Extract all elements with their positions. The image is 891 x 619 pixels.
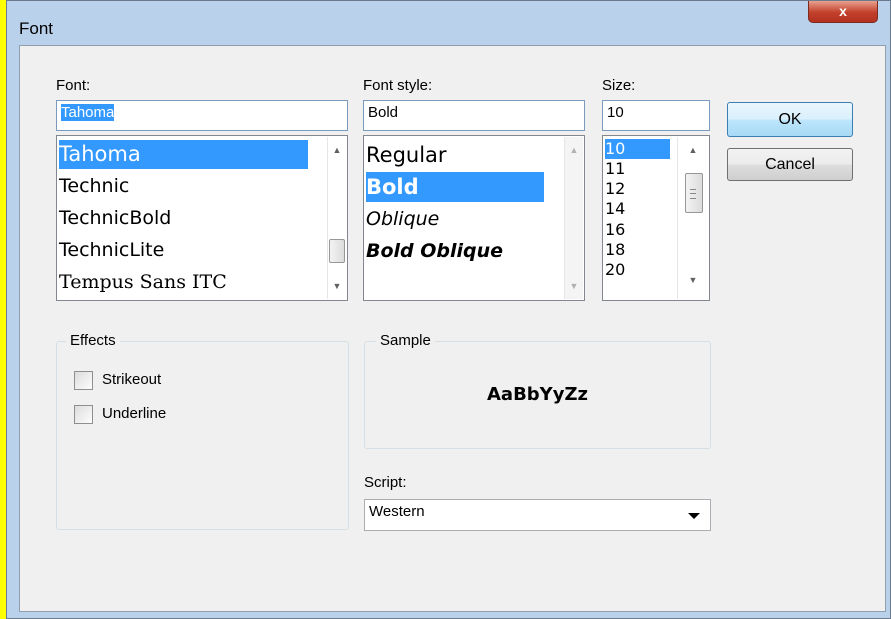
scroll-thumb[interactable] <box>329 239 345 263</box>
size-list[interactable]: 10 11 12 14 16 18 20 ▲ ▼ <box>602 135 710 301</box>
scroll-down-icon[interactable]: ▼ <box>565 277 583 295</box>
font-list-item[interactable]: TechnicBold <box>59 203 171 233</box>
font-list[interactable]: Tahoma Technic TechnicBold TechnicLite T… <box>56 135 348 301</box>
font-list-item[interactable]: Technic <box>59 171 129 201</box>
size-label: Size: <box>602 77 636 94</box>
size-list-item[interactable]: 18 <box>605 240 625 260</box>
size-list-item[interactable]: 16 <box>605 220 625 240</box>
size-list-item[interactable]: 20 <box>605 260 625 280</box>
effects-group <box>56 341 349 530</box>
font-style-list-item[interactable]: Oblique <box>366 204 439 234</box>
font-list-scrollbar[interactable]: ▲ ▼ <box>327 137 346 299</box>
font-style-input-value: Bold <box>368 104 399 121</box>
font-input-value: Tahoma <box>61 104 115 121</box>
font-dialog: Font x Font: Tahoma Tahoma Technic Techn… <box>6 0 891 619</box>
font-style-list-item[interactable]: Bold <box>366 172 544 202</box>
font-label: Font: <box>56 77 91 94</box>
scroll-down-icon[interactable]: ▼ <box>678 271 708 289</box>
thumb-grip-icon <box>690 189 696 199</box>
font-list-item[interactable]: Tahoma <box>59 140 308 169</box>
strikeout-label[interactable]: Strikeout <box>102 371 161 388</box>
font-style-input[interactable]: Bold <box>363 100 585 131</box>
strikeout-checkbox[interactable] <box>74 371 93 390</box>
size-list-item[interactable]: 10 <box>605 139 670 159</box>
sample-title: Sample <box>376 332 435 349</box>
size-input[interactable]: 10 <box>602 100 710 131</box>
title-bar[interactable]: Font x <box>7 1 890 45</box>
sample-text: AaBbYyZz <box>487 384 588 405</box>
font-style-label: Font style: <box>363 77 433 94</box>
scroll-up-icon[interactable]: ▲ <box>565 141 583 159</box>
font-list-item[interactable]: TechnicLite <box>59 235 164 265</box>
close-icon: x <box>839 3 847 19</box>
size-input-value: 10 <box>607 104 624 121</box>
dialog-title: Font <box>19 19 54 38</box>
size-list-item[interactable]: 14 <box>605 199 625 219</box>
font-input[interactable]: Tahoma <box>56 100 348 131</box>
dialog-client-area: Font: Tahoma Tahoma Technic TechnicBold … <box>19 45 886 612</box>
close-button[interactable]: x <box>808 1 878 23</box>
script-value: Western <box>369 503 425 520</box>
size-list-item[interactable]: 11 <box>605 159 625 179</box>
font-style-list-item[interactable]: Regular <box>366 140 447 170</box>
scroll-up-icon[interactable]: ▲ <box>678 141 708 159</box>
size-list-item[interactable]: 12 <box>605 179 625 199</box>
font-style-list-item[interactable]: Bold Oblique <box>366 236 503 266</box>
scroll-down-icon[interactable]: ▼ <box>328 277 346 295</box>
effects-title: Effects <box>66 332 120 349</box>
font-list-item[interactable]: Tempus Sans ITC <box>59 267 227 297</box>
font-style-list-scrollbar[interactable]: ▲ ▼ <box>564 137 583 299</box>
font-style-list[interactable]: Regular Bold Oblique Bold Oblique ▲ ▼ <box>363 135 585 301</box>
script-select[interactable]: Western <box>364 499 711 531</box>
script-label: Script: <box>364 474 407 491</box>
underline-label[interactable]: Underline <box>102 405 166 422</box>
size-list-scrollbar[interactable]: ▲ ▼ <box>677 137 708 299</box>
ok-button[interactable]: OK <box>727 102 853 137</box>
underline-checkbox[interactable] <box>74 405 93 424</box>
scroll-thumb[interactable] <box>685 173 703 213</box>
scroll-up-icon[interactable]: ▲ <box>328 141 346 159</box>
chevron-down-icon[interactable] <box>688 513 700 519</box>
cancel-button[interactable]: Cancel <box>727 148 853 181</box>
